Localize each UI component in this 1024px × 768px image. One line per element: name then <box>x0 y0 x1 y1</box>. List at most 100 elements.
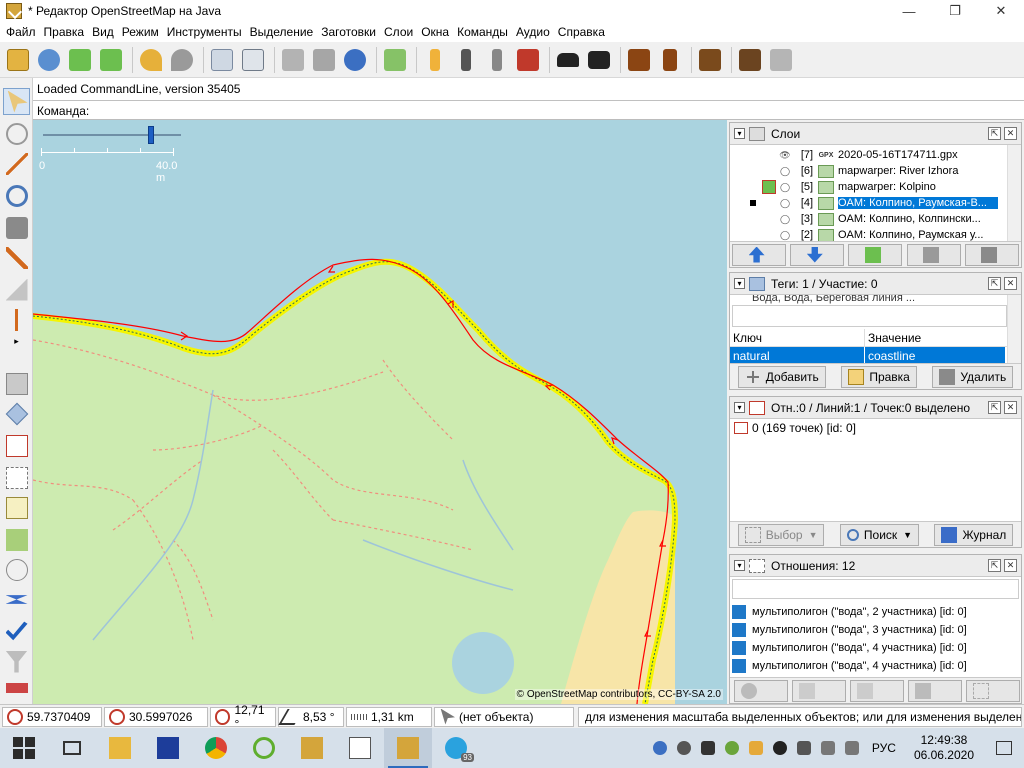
command-input[interactable] <box>93 101 974 120</box>
toggle-author-button[interactable] <box>3 586 30 613</box>
collapse-icon[interactable]: ▾ <box>734 128 745 139</box>
preset-grey-button[interactable] <box>767 46 795 74</box>
select-mode-button[interactable] <box>3 88 30 115</box>
tray-steam-icon[interactable] <box>772 741 787 755</box>
layer-row[interactable]: ◯ [6] mapwarper: River Izhora <box>730 163 1021 179</box>
toggle-filter-button[interactable] <box>3 648 30 675</box>
relation-new-button[interactable] <box>734 679 788 702</box>
value-column-header[interactable]: Значение <box>865 329 1005 346</box>
collapse-icon[interactable]: ▾ <box>734 560 745 571</box>
menu-audio[interactable]: Аудио <box>512 22 554 42</box>
map-attribution[interactable]: © OpenStreetMap contributors, CC-BY-SA 2… <box>514 689 723 700</box>
relation-edit-button[interactable] <box>792 679 846 702</box>
relation-delete-button[interactable] <box>908 679 962 702</box>
toggle-validation-button[interactable] <box>3 494 30 521</box>
clock[interactable]: 12:49:38 06.06.2020 <box>914 733 974 763</box>
preset-building-button[interactable] <box>514 46 542 74</box>
move-down-button[interactable] <box>790 243 845 266</box>
notifications-button[interactable] <box>984 728 1024 768</box>
menu-layers[interactable]: Слои <box>380 22 417 42</box>
tray-app-icon[interactable] <box>652 741 667 755</box>
tag-value[interactable]: coastline <box>865 347 1005 363</box>
layer-row-selected[interactable]: ◯ [4] OAM: Колпино, Раумская-В... <box>730 195 1021 211</box>
toggle-tags-button[interactable] <box>3 400 30 427</box>
relation-item[interactable]: мультиполигон ("вода", 2 участника) [id:… <box>730 603 1021 621</box>
relation-filter-input[interactable] <box>732 579 1019 599</box>
maximize-button[interactable]: ❐ <box>932 0 978 22</box>
toggle-selection-button[interactable] <box>3 432 30 459</box>
preset-bus-button[interactable] <box>585 46 613 74</box>
visibility-eye-icon[interactable]: ◯ <box>778 166 792 177</box>
tag-key[interactable]: natural <box>730 347 865 363</box>
layer-properties-button[interactable] <box>906 243 961 266</box>
undo-button[interactable] <box>137 46 165 74</box>
more-tools-arrow[interactable]: ▸ <box>3 334 30 348</box>
add-tag-button[interactable]: Добавить <box>737 365 826 388</box>
menu-view[interactable]: Вид <box>88 22 118 42</box>
menu-selection[interactable]: Выделение <box>246 22 318 42</box>
toggle-conflict-button[interactable] <box>3 556 30 583</box>
parallel-mode-button[interactable] <box>3 244 30 271</box>
open-location-button[interactable] <box>35 46 63 74</box>
search-button[interactable]: Поиск ▼ <box>839 523 920 546</box>
validate-button[interactable] <box>239 46 267 74</box>
visibility-eye-icon[interactable]: ◯ <box>778 230 792 241</box>
close-panel-button[interactable]: ✕ <box>1004 127 1017 140</box>
upload-button[interactable] <box>97 46 125 74</box>
language-indicator[interactable]: РУС <box>872 741 896 755</box>
notes-app-button[interactable] <box>336 728 384 768</box>
chrome-button[interactable] <box>192 728 240 768</box>
preferences-button[interactable] <box>208 46 236 74</box>
select-button[interactable]: Выбор ▼ <box>737 523 825 546</box>
split-way-button[interactable] <box>310 46 338 74</box>
history-button[interactable]: Журнал <box>934 523 1014 546</box>
preset-car-button[interactable] <box>554 46 582 74</box>
menu-windows[interactable]: Окна <box>417 22 453 42</box>
tray-volume-icon[interactable] <box>844 741 859 755</box>
menu-file[interactable]: Файл <box>2 22 40 42</box>
detach-panel-button[interactable]: ⇱ <box>988 559 1001 572</box>
preset-factory-button[interactable] <box>736 46 764 74</box>
merge-layer-button[interactable] <box>848 243 903 266</box>
toggle-notes-button[interactable] <box>3 678 30 698</box>
tray-network-icon[interactable] <box>820 741 835 755</box>
map-view[interactable]: 0 40.0 m © OpenStreetMap contributors, C… <box>33 120 727 704</box>
visibility-eye-icon[interactable]: ◯ <box>778 198 792 209</box>
extrude-mode-button[interactable] <box>3 306 30 333</box>
tray-torrent-icon[interactable] <box>724 741 739 755</box>
preset-search-box[interactable] <box>732 305 1007 327</box>
tags-scrollbar[interactable] <box>1007 295 1021 363</box>
edit-tag-button[interactable]: Правка <box>841 365 917 388</box>
detach-panel-button[interactable]: ⇱ <box>988 127 1001 140</box>
layer-row[interactable]: 👁 [7] GPX 2020-05-16T174711.gpx <box>730 147 1021 163</box>
map-canvas[interactable] <box>33 120 727 704</box>
tray-shield-icon[interactable] <box>748 741 763 755</box>
menu-commands[interactable]: Команды <box>453 22 512 42</box>
menu-tools[interactable]: Инструменты <box>163 22 246 42</box>
task-view-button[interactable] <box>48 728 96 768</box>
zoom-mode-button[interactable] <box>3 182 30 209</box>
toggle-layers-button[interactable] <box>3 370 30 397</box>
collapse-icon[interactable]: ▾ <box>734 402 745 413</box>
relation-item[interactable]: мультиполигон ("вода", 4 участника) [id:… <box>730 657 1021 675</box>
josm-active-button[interactable] <box>384 728 432 768</box>
close-panel-button[interactable]: ✕ <box>1004 559 1017 572</box>
toggle-history-button[interactable] <box>3 464 30 491</box>
tray-sync-icon[interactable] <box>676 741 691 755</box>
zoom-slider[interactable] <box>43 126 183 146</box>
explorer-button[interactable] <box>96 728 144 768</box>
layer-row[interactable]: ◯ [5] mapwarper: Kolpino <box>730 179 1021 195</box>
menu-mode[interactable]: Режим <box>118 22 163 42</box>
relation-select-button[interactable] <box>966 679 1020 702</box>
tag-row[interactable]: natural coastline <box>730 347 1005 363</box>
lasso-mode-button[interactable] <box>3 120 30 147</box>
detach-panel-button[interactable]: ⇱ <box>988 401 1001 414</box>
delete-tag-button[interactable]: Удалить <box>932 365 1014 388</box>
minimize-button[interactable]: — <box>886 0 932 22</box>
preset-label[interactable]: Вода, Вода, Береговая линия ... <box>730 295 1021 305</box>
collapse-icon[interactable]: ▾ <box>734 278 745 289</box>
layer-row[interactable]: ◯ [2] OAM: Колпино, Раумская у... <box>730 227 1021 241</box>
detach-panel-button[interactable]: ⇱ <box>988 277 1001 290</box>
telegram-button[interactable]: 93 <box>432 728 480 768</box>
delete-mode-button[interactable] <box>3 214 30 241</box>
